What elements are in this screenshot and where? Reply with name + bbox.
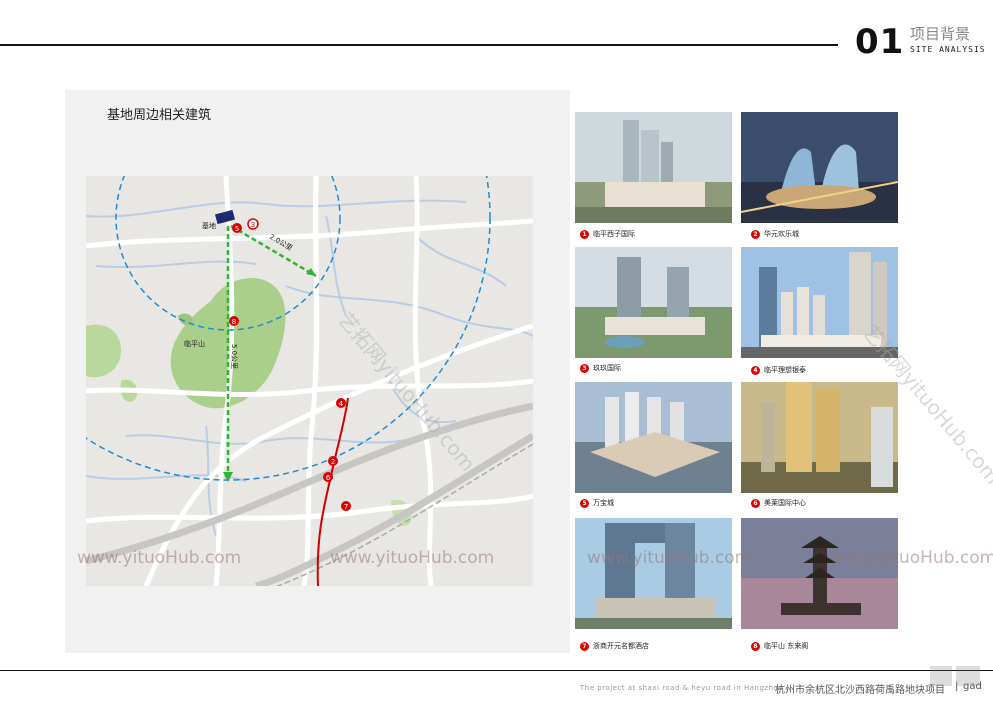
svg-text:8: 8 — [232, 318, 236, 326]
watermark-1: www.yituoHub.com — [77, 548, 242, 568]
marker-7: 7 — [341, 501, 351, 511]
bottom-rule — [0, 670, 993, 671]
caption-4: 4 临平理想银泰 — [751, 365, 806, 375]
photo-6-image — [741, 382, 898, 493]
watermark-2: www.yituoHub.com — [330, 548, 495, 568]
section-number: 01 — [855, 22, 905, 62]
svg-text:5: 5 — [235, 225, 239, 233]
distance-label-5km: 5.0公里 — [230, 344, 238, 369]
svg-text:6: 6 — [326, 474, 331, 482]
footer-project-en: The project at shaxi road & heyu road in… — [580, 684, 784, 692]
caption-8: 8 临平山 东来阁 — [751, 641, 808, 651]
photo-3-image — [575, 247, 732, 358]
photo-5[interactable] — [575, 382, 732, 493]
caption-3: 3 玖玖国际 — [580, 363, 621, 373]
caption-2: 2 华元欢乐城 — [751, 229, 799, 239]
watermark-3: www.yituoHub.com — [587, 548, 752, 568]
marker-2: 2 — [328, 456, 338, 466]
photo-2-image — [741, 112, 898, 223]
marker-5: 5 — [232, 223, 242, 233]
photo-1-image — [575, 112, 732, 223]
mountain-label: 临平山 — [184, 339, 205, 348]
photo-7-image — [575, 518, 732, 629]
caption-6: 6 美莱国际中心 — [751, 498, 806, 508]
site-label: 基地 — [202, 221, 216, 230]
marker-3: 3 — [247, 218, 259, 230]
photo-3[interactable] — [575, 247, 732, 358]
svg-text:2: 2 — [331, 458, 335, 466]
caption-5: 5 万宝城 — [580, 498, 614, 508]
photo-8-image — [741, 518, 898, 629]
marker-6: 6 — [323, 472, 333, 482]
svg-text:7: 7 — [344, 503, 348, 511]
svg-text:3: 3 — [251, 221, 255, 229]
section-title-en: SITE ANALYSIS — [910, 45, 986, 54]
site-map[interactable]: 5 3 8 4 2 6 7 基地 临平山 2.0公里 5.0公里 — [86, 176, 533, 586]
section-title-cn: 项目背景 — [910, 25, 971, 43]
marker-8: 8 — [229, 316, 239, 326]
caption-7: 7 浙商开元名都酒店 — [580, 641, 649, 651]
photo-7[interactable] — [575, 518, 732, 629]
marker-4: 4 — [336, 398, 346, 408]
photo-5-image — [575, 382, 732, 493]
watermark-4: www.yituoHub.com — [832, 548, 993, 568]
photo-2[interactable] — [741, 112, 898, 223]
photo-6[interactable] — [741, 382, 898, 493]
map-canvas: 5 3 8 4 2 6 7 基地 临平山 2.0公里 5.0公里 — [86, 176, 533, 586]
photo-1[interactable] — [575, 112, 732, 223]
watermark-logo-icon — [930, 666, 980, 686]
photo-8[interactable] — [741, 518, 898, 629]
footer-project-cn: 杭州市余杭区北沙西路荷禹路地块项目 — [775, 685, 945, 696]
top-rule — [0, 44, 838, 46]
caption-1: 1 临平西子国际 — [580, 229, 635, 239]
map-title: 基地周边相关建筑 — [107, 108, 212, 123]
svg-text:4: 4 — [339, 400, 344, 408]
